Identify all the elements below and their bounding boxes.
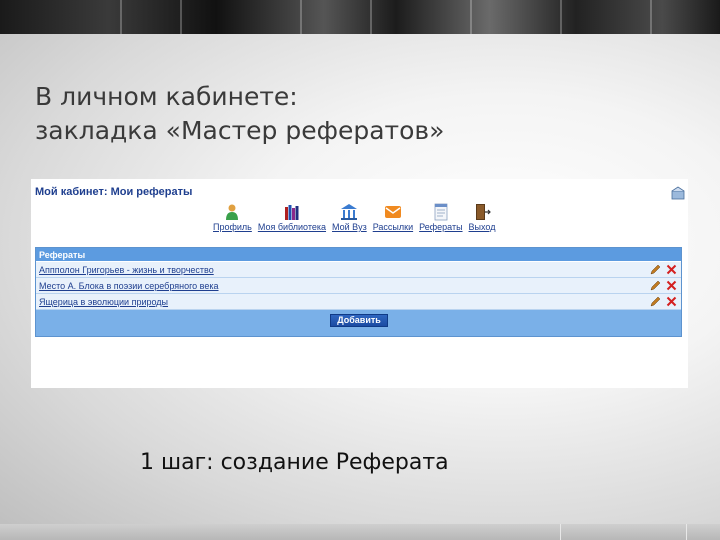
delete-icon[interactable]	[666, 280, 677, 291]
delete-icon[interactable]	[666, 264, 677, 275]
slide-title: В личном кабинете: закладка «Мастер рефе…	[35, 80, 444, 148]
mail-tray-icon[interactable]	[671, 186, 685, 200]
cabinet-screenshot: Мой кабинет: Мои рефераты Профиль Моя би…	[31, 179, 688, 388]
essay-link[interactable]: Аппполон Григорьев - жизнь и творчество	[39, 265, 214, 275]
edit-pencil-icon[interactable]	[650, 280, 661, 291]
add-essay-button[interactable]: Добавить	[330, 314, 388, 327]
step-caption: 1 шаг: создание Реферата	[140, 450, 449, 475]
library-icon	[284, 205, 299, 220]
slide-title-line-1: В личном кабинете:	[35, 82, 298, 111]
cabinet-page-title: Мой кабинет: Мои рефераты	[35, 186, 193, 198]
decorative-top-banner	[0, 0, 720, 34]
table-row: Ящерица в эволюции природы	[36, 294, 681, 310]
slide-title-line-2: закладка «Мастер рефератов»	[35, 116, 445, 145]
toolbar-item-mailings[interactable]: Рассылки	[373, 203, 413, 233]
exit-door-icon	[476, 204, 491, 220]
toolbar-item-profile[interactable]: Профиль	[213, 203, 252, 233]
cabinet-toolbar: Профиль Моя библиотека Мой Вуз Рассылки …	[213, 203, 501, 233]
table-row: Аппполон Григорьев - жизнь и творчество	[36, 262, 681, 278]
toolbar-item-essays[interactable]: Рефераты	[419, 203, 463, 233]
essay-link[interactable]: Место А. Блока в поэзии серебряного века	[39, 281, 219, 291]
delete-icon[interactable]	[666, 296, 677, 307]
mail-icon	[384, 206, 401, 218]
toolbar-label-university: Мой Вуз	[332, 222, 367, 232]
toolbar-label-profile: Профиль	[213, 222, 252, 232]
toolbar-item-library[interactable]: Моя библиотека	[258, 203, 326, 233]
table-row: Место А. Блока в поэзии серебряного века	[36, 278, 681, 294]
document-icon	[434, 203, 448, 221]
essay-link[interactable]: Ящерица в эволюции природы	[39, 297, 168, 307]
profile-icon	[226, 204, 239, 220]
toolbar-label-exit: Выход	[468, 222, 496, 232]
edit-pencil-icon[interactable]	[650, 296, 661, 307]
grid-header: Рефераты	[36, 248, 681, 262]
edit-pencil-icon[interactable]	[650, 264, 661, 275]
toolbar-label-essays: Рефераты	[419, 222, 463, 232]
decorative-bottom-bar	[0, 524, 720, 540]
toolbar-label-library: Моя библиотека	[257, 222, 327, 232]
university-icon	[341, 204, 358, 220]
toolbar-label-mailings: Рассылки	[372, 222, 414, 232]
essays-grid: Рефераты Аппполон Григорьев - жизнь и тв…	[35, 247, 682, 337]
grid-footer: Добавить	[36, 310, 681, 352]
toolbar-item-exit[interactable]: Выход	[468, 203, 496, 233]
toolbar-item-university[interactable]: Мой Вуз	[332, 203, 367, 233]
